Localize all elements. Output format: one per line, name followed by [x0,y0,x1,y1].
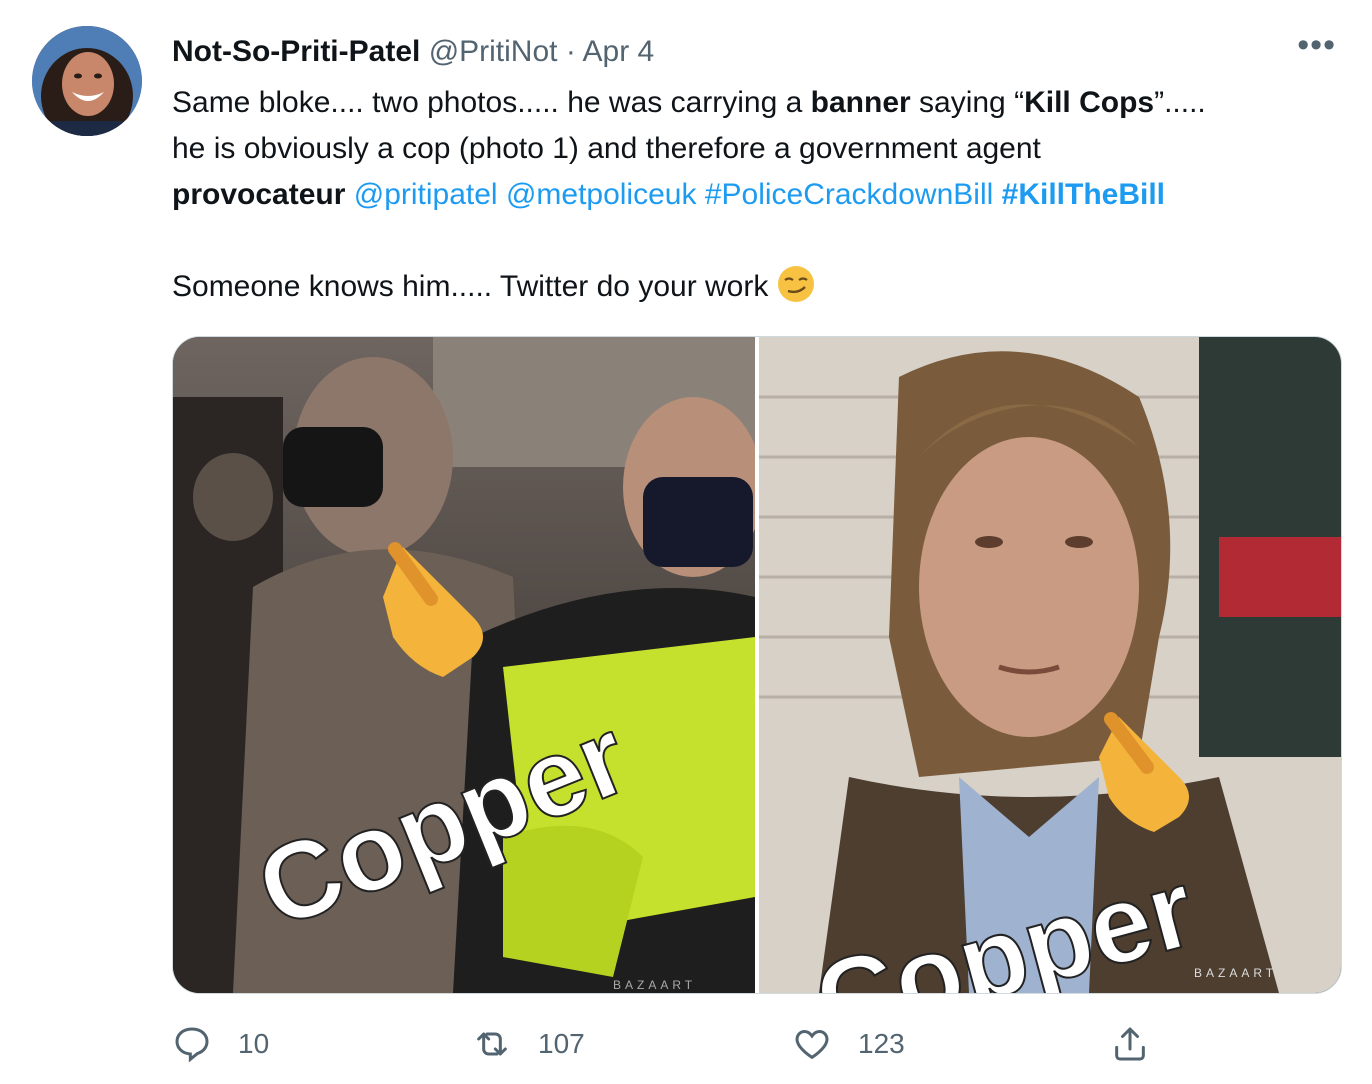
heart-icon [795,1029,829,1060]
mention-pritipatel[interactable]: @pritipatel [354,178,498,211]
text-segment: Same bloke.... two photos..... he was ca… [172,86,811,119]
avatar[interactable] [32,26,142,136]
hashtag-killthebill[interactable]: #KillTheBill [1002,178,1165,211]
mention-metpoliceuk[interactable]: @metpoliceuk [506,178,697,211]
retweet-icon [477,1032,507,1056]
tweet-text: Same bloke.... two photos..... he was ca… [172,80,1342,310]
text-segment: saying “ [910,86,1025,119]
text-line-2: he is obviously a cop (photo 1) and ther… [172,132,1041,165]
meta-separator: · [557,35,583,68]
text-line-4: Someone knows him..... Twitter do your w… [172,264,1342,310]
retweet-count: 107 [538,1028,585,1059]
tweet-media[interactable]: Copper BAZAART Copper BAZAART [172,336,1342,994]
author-handle[interactable]: @PritiNot [429,35,558,68]
tweet-date[interactable]: Apr 4 [583,35,655,68]
right-watermark: BAZAART [1194,966,1277,980]
author-name[interactable]: Not-So-Priti-Patel [172,35,420,68]
share-button[interactable] [1110,1024,1176,1064]
text-segment: ”..... [1154,86,1206,119]
share-icon [1115,1027,1145,1061]
more-icon[interactable]: ••• [1297,26,1336,65]
photo-2[interactable]: Copper BAZAART [759,337,1341,993]
like-button[interactable]: 123 [792,1024,905,1064]
text-segment: Someone knows him..... Twitter do your w… [172,270,769,303]
reply-icon [175,1027,209,1063]
like-count: 123 [858,1028,905,1059]
text-bold-provocateur: provocateur [172,178,346,211]
text-bold-kill-cops: Kill Cops [1024,86,1155,119]
text-line-3: provocateur @pritipatel @metpoliceuk #Po… [172,172,1342,218]
text-line-1: Same bloke.... two photos..... he was ca… [172,80,1342,126]
hashtag-policecrackdownbill[interactable]: #PoliceCrackdownBill [705,178,993,211]
text-bold-banner: banner [810,86,911,119]
tweet-header: Not-So-Priti-Patel @PritiNot · Apr 4 [172,30,654,74]
photo-1[interactable]: Copper BAZAART [173,337,755,993]
retweet-button[interactable]: 107 [472,1024,585,1064]
reply-count: 10 [238,1028,270,1059]
tweet-actions: 10 107 123 [172,1016,1340,1072]
left-watermark: BAZAART [613,978,696,992]
reply-button[interactable]: 10 [172,1024,269,1064]
smirk-face-emoji [776,264,816,304]
